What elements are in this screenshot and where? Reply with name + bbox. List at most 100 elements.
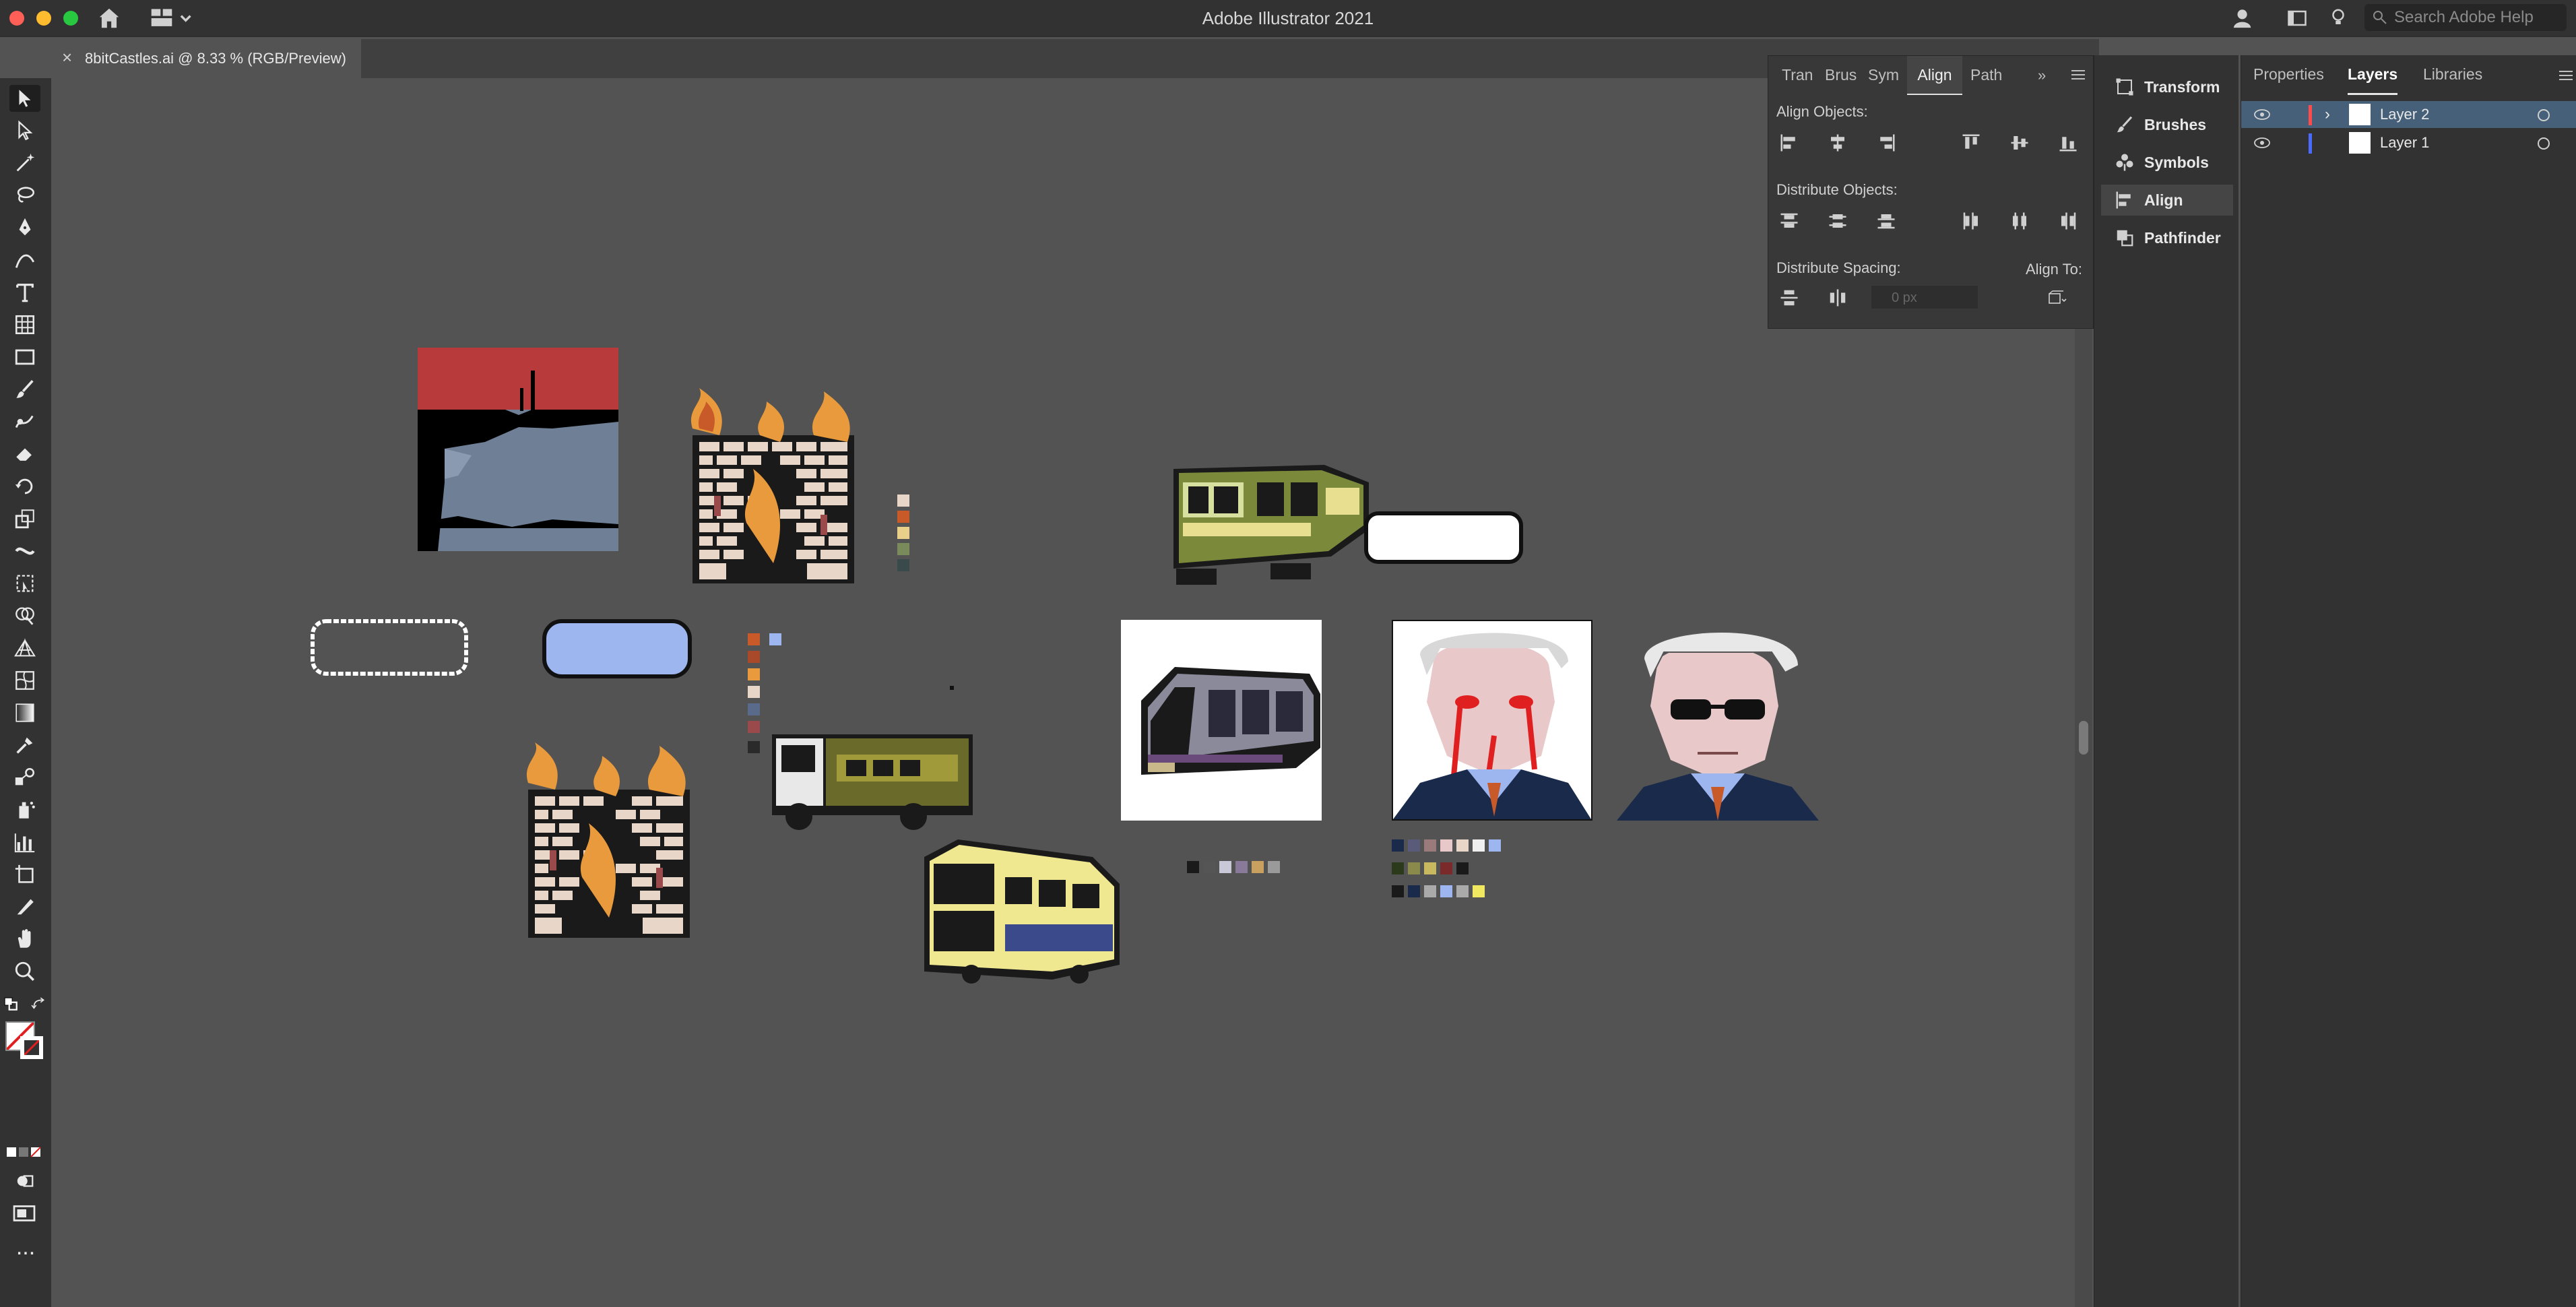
swatch[interactable] [1440,862,1452,874]
expand-tabs-icon[interactable]: » [2038,67,2046,84]
arrange-documents-icon[interactable] [2286,8,2308,28]
transform-panel-button[interactable]: Transform [2101,71,2233,102]
palette-swatches-4[interactable] [1392,839,1526,900]
swatch[interactable] [897,495,909,507]
type-tool[interactable] [9,279,40,306]
swatch[interactable] [1235,861,1248,873]
free-transform-tool[interactable] [9,570,40,597]
swatch[interactable] [1408,862,1420,874]
olive-truck[interactable] [772,728,973,837]
gradient-tool[interactable] [9,699,40,726]
tab-brushes[interactable]: Brus [1825,56,1863,94]
swatch[interactable] [748,686,760,698]
curvature-tool[interactable] [9,247,40,274]
distribute-right-button[interactable] [2057,210,2080,232]
slice-tool[interactable] [9,893,40,920]
old-man-sunglasses-portrait[interactable] [1617,625,1819,821]
artboard-tool[interactable] [9,861,40,888]
color-mode-icons[interactable] [5,1145,43,1159]
swap-fill-stroke-icon[interactable] [31,997,46,1012]
palette-swatches[interactable] [897,495,912,575]
panel-menu-icon[interactable] [2070,68,2086,82]
visibility-eye-icon[interactable] [2253,108,2271,121]
distribute-horizontal-center-button[interactable] [2008,210,2031,232]
swatch[interactable] [748,703,760,715]
layer-row-layer-1[interactable]: Layer 1 [2241,129,2576,156]
align-to-dropdown[interactable] [2040,286,2074,309]
swatch[interactable] [1456,862,1469,874]
draw-mode-icon[interactable] [15,1171,35,1191]
yellow-bus[interactable] [917,837,1121,986]
swatch[interactable] [748,633,760,645]
align-horizontal-center-button[interactable] [1826,131,1849,154]
symbols-panel-button[interactable]: Symbols [2101,147,2233,178]
vertical-distribute-space-button[interactable] [1778,286,1801,309]
expand-layer-chevron-icon[interactable]: › [2325,105,2330,124]
distribute-bottom-button[interactable] [1875,210,1898,232]
empty-speech-bubble[interactable] [310,618,469,676]
eraser-tool[interactable] [9,441,40,468]
rotate-tool[interactable] [9,473,40,500]
table-tool[interactable] [9,311,40,338]
close-tab-icon[interactable]: × [62,47,72,68]
green-tram[interactable] [1169,455,1369,587]
swatch[interactable] [897,511,909,523]
layer-row-layer-2[interactable]: › Layer 2 [2241,101,2576,128]
swatch[interactable] [1456,885,1469,897]
lasso-tool[interactable] [9,182,40,209]
swatch[interactable] [1489,839,1501,852]
eyedropper-tool[interactable] [9,732,40,759]
default-fill-stroke-icon[interactable] [4,997,19,1012]
direct-selection-tool[interactable] [9,117,40,144]
mesh-tool[interactable] [9,667,40,694]
tab-pathfinder[interactable]: Path [1970,56,2008,94]
swatch[interactable] [1392,885,1404,897]
burning-castle[interactable] [679,388,865,586]
pen-tool[interactable] [9,214,40,241]
swatch[interactable] [1473,839,1485,852]
visibility-eye-icon[interactable] [2253,136,2271,150]
red-sky-landscape[interactable] [418,348,618,551]
layer-target-icon[interactable] [2538,109,2550,121]
edit-toolbar-button[interactable]: ... [12,1236,39,1258]
tab-libraries[interactable]: Libraries [2423,55,2482,93]
distribute-top-button[interactable] [1778,210,1801,232]
tab-layers[interactable]: Layers [2348,55,2398,95]
align-bottom-button[interactable] [2057,131,2080,154]
selection-tool[interactable] [9,85,40,112]
bloody-portrait-artboard[interactable] [1392,620,1592,821]
swatch[interactable] [748,668,760,680]
rectangle-tool[interactable] [9,344,40,371]
stray-dot[interactable] [950,686,954,690]
vertical-scrollbar-thumb[interactable] [2079,721,2088,755]
align-top-button[interactable] [1960,131,1983,154]
swatch[interactable] [897,559,909,571]
layer-name[interactable]: Layer 1 [2380,129,2429,156]
white-speech-bubble[interactable] [1363,511,1524,565]
swatch[interactable] [1408,885,1420,897]
paintbrush-tool[interactable] [9,376,40,403]
swatch[interactable] [897,527,909,539]
swatch[interactable] [1424,839,1436,852]
swatch[interactable] [1456,839,1469,852]
perspective-grid-tool[interactable] [9,635,40,662]
swatch[interactable] [1440,885,1452,897]
swatch[interactable] [748,741,760,753]
swatch[interactable] [748,721,760,733]
zoom-tool[interactable] [9,958,40,985]
horizontal-distribute-space-button[interactable] [1826,286,1849,309]
scale-tool[interactable] [9,505,40,532]
burning-castle-2[interactable] [515,740,701,941]
hand-tool[interactable] [9,926,40,953]
shape-builder-tool[interactable] [9,602,40,629]
swatch[interactable] [1440,839,1452,852]
swatch[interactable] [1408,839,1420,852]
spacing-value-input[interactable]: 0 px [1871,285,1978,309]
distribute-vertical-center-button[interactable] [1826,210,1849,232]
swatch[interactable] [1392,839,1404,852]
distribute-left-button[interactable] [1960,210,1983,232]
magic-wand-tool[interactable] [9,150,40,177]
swatch[interactable] [1424,885,1436,897]
tram-artboard[interactable] [1121,620,1322,821]
swatch[interactable] [1219,861,1231,873]
